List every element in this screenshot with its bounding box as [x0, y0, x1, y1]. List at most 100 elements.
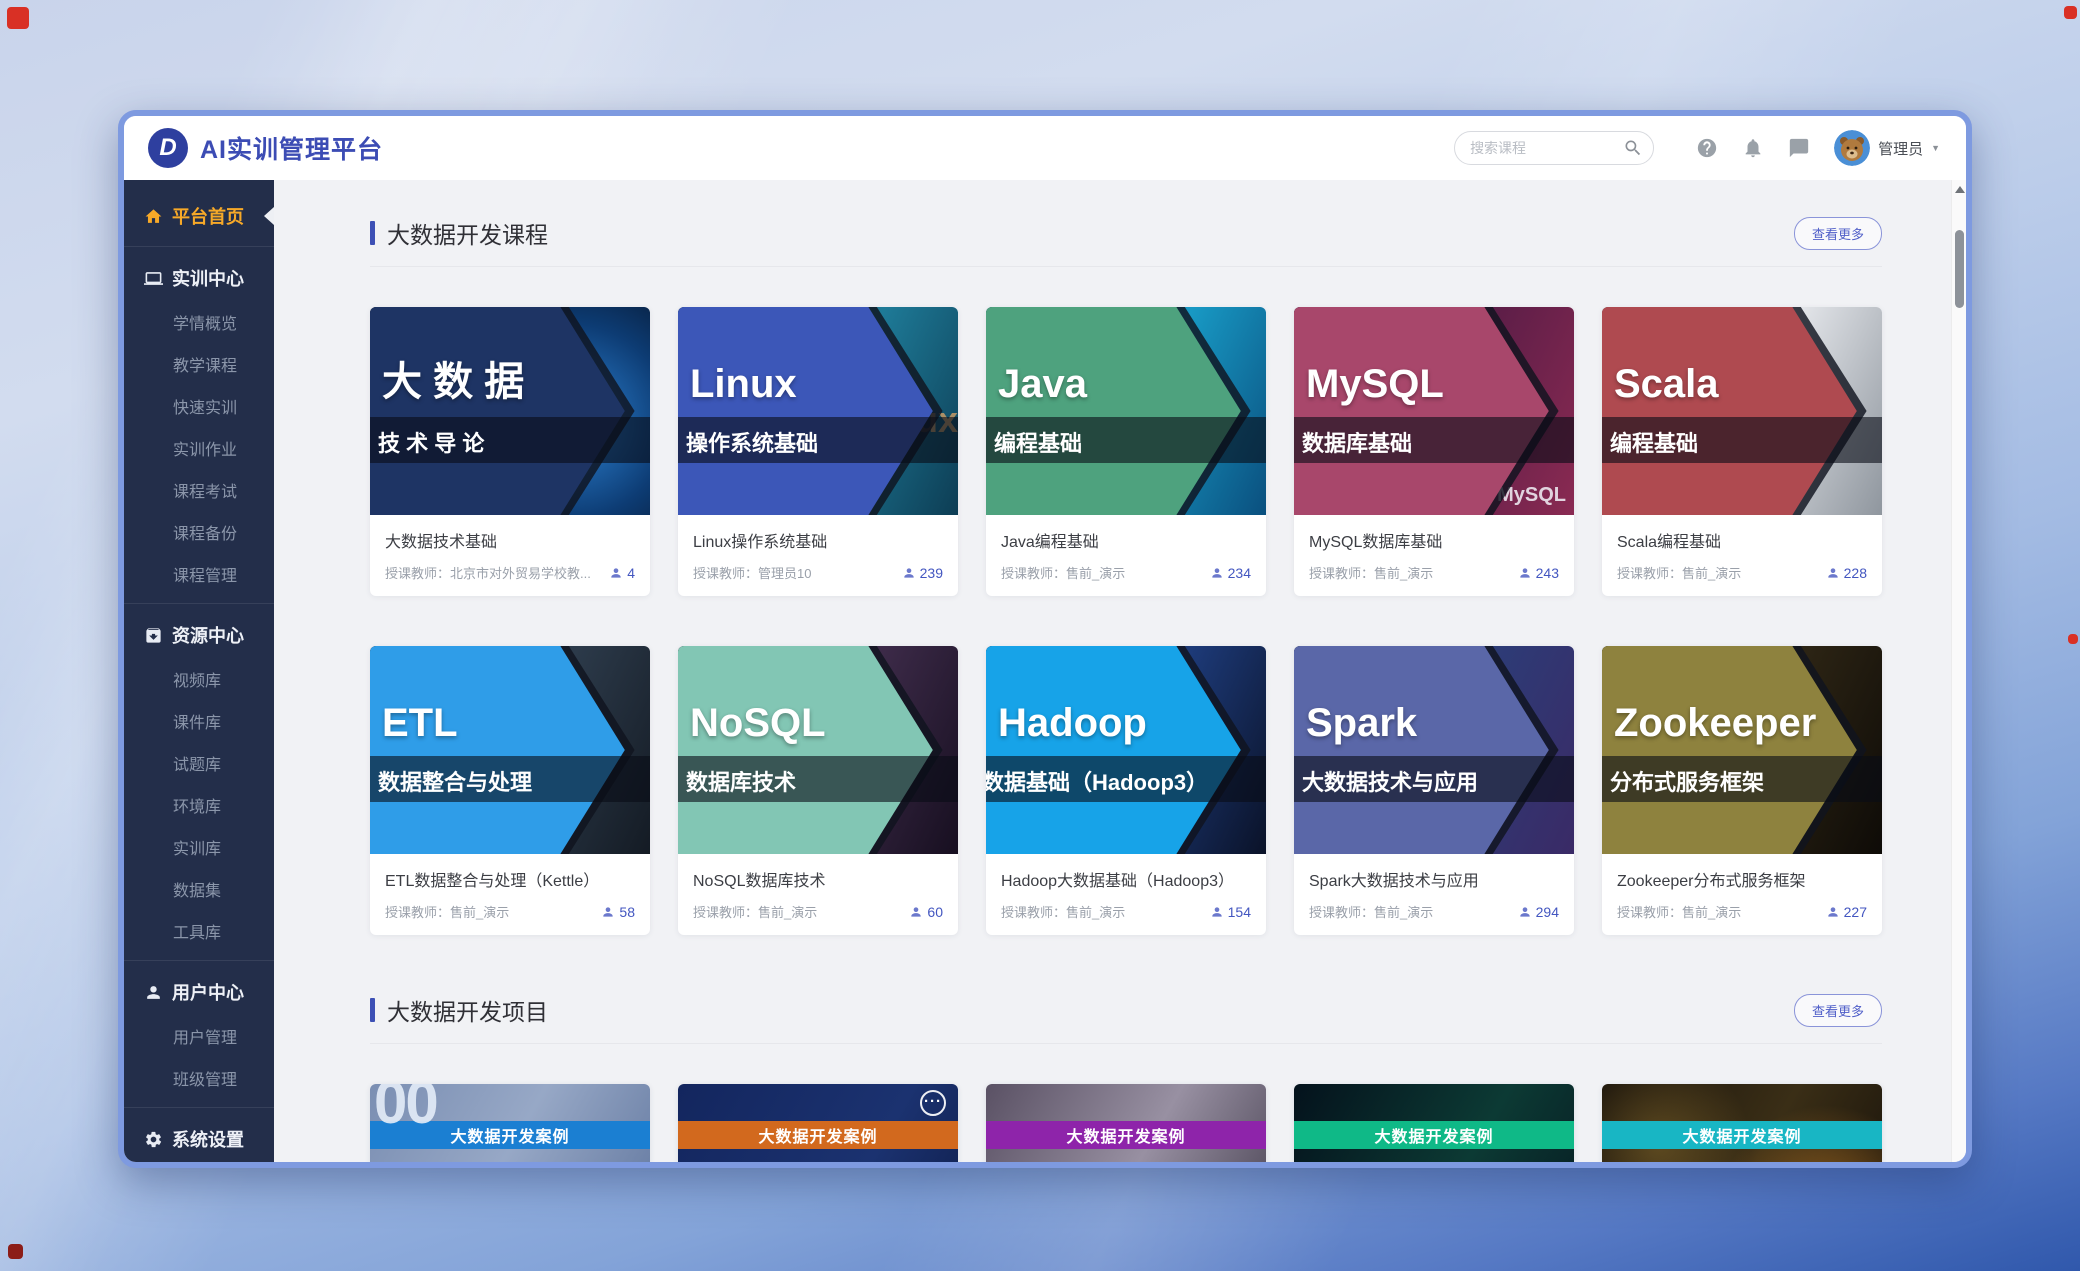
course-card[interactable]: ETL 数据整合与处理 ETL数据整合与处理（Kettle） 授课教师：售前_演…	[370, 646, 650, 935]
section-accent-bar	[370, 221, 375, 245]
course-card[interactable]: Zookeeper 分布式服务框架 Zookeeper分布式服务框架 授课教师：…	[1602, 646, 1882, 935]
course-thumb-big-title: ETL	[382, 701, 458, 746]
section-divider	[370, 1043, 1882, 1044]
sidebar-item[interactable]: 教学课程	[124, 343, 274, 385]
course-info: NoSQL数据库技术 授课教师：售前_演示 60	[678, 854, 958, 935]
sidebar-item[interactable]: 课程管理	[124, 553, 274, 595]
course-card[interactable]: NoSQL 数据库技术 NoSQL数据库技术 授课教师：售前_演示 60	[678, 646, 958, 935]
messages-icon[interactable]	[1788, 137, 1810, 159]
help-icon[interactable]	[1696, 137, 1718, 159]
scrollbar-up-arrow-icon[interactable]	[1955, 186, 1965, 193]
course-title: Spark大数据技术与应用	[1309, 867, 1559, 891]
sidebar-item[interactable]: 环境库	[124, 784, 274, 826]
notifications-bell-icon[interactable]	[1742, 137, 1764, 159]
sidebar-section-label: 资源中心	[172, 622, 244, 648]
course-teacher: 授课教师：售前_演示	[1309, 563, 1518, 582]
course-info: Zookeeper分布式服务框架 授课教师：售前_演示 227	[1602, 854, 1882, 935]
sidebar-item[interactable]: 快速实训	[124, 385, 274, 427]
student-count: 239	[920, 565, 943, 581]
course-thumb-subtitle: 编程基础	[994, 426, 1082, 458]
project-banner: 大数据开发案例	[1294, 1121, 1574, 1149]
course-card[interactable]: Java 编程基础 Java编程基础 授课教师：售前_演示 234	[986, 307, 1266, 596]
course-info: 大数据技术基础 授课教师：北京市对外贸易学校教... 4	[370, 515, 650, 596]
sidebar-item[interactable]: 视频库	[124, 658, 274, 700]
project-card[interactable]: 大数据开发案例 ···	[678, 1084, 958, 1162]
course-thumb-subtitle: 技 术 导 论	[378, 426, 484, 458]
sidebar-item[interactable]: 数据集	[124, 868, 274, 910]
course-teacher: 授课教师：售前_演示	[1001, 902, 1210, 921]
scrollbar[interactable]	[1951, 180, 1966, 1162]
student-count: 58	[619, 904, 635, 920]
course-thumb-subtitle: 分布式服务框架	[1610, 765, 1764, 797]
student-count-icon	[909, 905, 923, 919]
student-count-icon	[1210, 566, 1224, 580]
archive-icon	[144, 626, 163, 645]
sidebar-divider	[124, 1107, 274, 1108]
project-banner: 大数据开发案例	[986, 1121, 1266, 1149]
user-menu[interactable]: 管理员 ▼	[1834, 130, 1940, 166]
corner-marker-bottom-left	[8, 1244, 23, 1259]
projects-grid: 大数据开发案例 00 大数据开发案例 ··· 大数据开发案例 大数据开发案例 大…	[370, 1084, 1882, 1162]
avatar[interactable]	[1834, 130, 1870, 166]
student-count: 234	[1228, 565, 1251, 581]
section-header: 大数据开发项目 查看更多	[370, 993, 1882, 1027]
desktop-background: D AI实训管理平台	[0, 0, 2080, 1271]
course-footer: 授课教师：售前_演示 294	[1309, 902, 1559, 921]
course-card[interactable]: MySQL MySQL 数据库基础 MySQL数据库基础 授课教师：售前_演示 …	[1294, 307, 1574, 596]
course-card[interactable]: Spark 大数据技术与应用 Spark大数据技术与应用 授课教师：售前_演示 …	[1294, 646, 1574, 935]
sidebar-item[interactable]: 试题库	[124, 742, 274, 784]
project-card[interactable]: 大数据开发案例 00	[370, 1084, 650, 1162]
course-thumb-big-title: Scala	[1614, 362, 1719, 407]
sidebar-section-0[interactable]: 实训中心	[124, 255, 274, 301]
sidebar-item[interactable]: 班级管理	[124, 1057, 274, 1099]
avatar-bear-icon	[1834, 130, 1870, 166]
sidebar-item[interactable]: 用户管理	[124, 1015, 274, 1057]
section-courses: 大数据开发课程 查看更多 大 数 据 技 术 导 论 大数据技术基础 授课教师：…	[370, 216, 1882, 935]
top-bar: D AI实训管理平台	[124, 116, 1966, 180]
sidebar-item[interactable]: 实训库	[124, 826, 274, 868]
course-title: Java编程基础	[1001, 528, 1251, 552]
sidebar-item[interactable]: 学情概览	[124, 301, 274, 343]
course-card[interactable]: Linux Linux 操作系统基础 Linux操作系统基础 授课教师：管理员1…	[678, 307, 958, 596]
student-count-icon	[1518, 566, 1532, 580]
course-card[interactable]: 大 数 据 技 术 导 论 大数据技术基础 授课教师：北京市对外贸易学校教...…	[370, 307, 650, 596]
project-card[interactable]: 大数据开发案例	[1602, 1084, 1882, 1162]
course-thumb-big-title: Linux	[690, 362, 797, 407]
gear-icon	[144, 1130, 163, 1149]
sidebar-section-2[interactable]: 用户中心	[124, 969, 274, 1015]
view-more-button[interactable]: 查看更多	[1794, 217, 1882, 250]
project-card[interactable]: 大数据开发案例	[986, 1084, 1266, 1162]
course-info: Linux操作系统基础 授课教师：管理员10 239	[678, 515, 958, 596]
course-footer: 授课教师：售前_演示 227	[1617, 902, 1867, 921]
view-more-button[interactable]: 查看更多	[1794, 994, 1882, 1027]
user-icon	[144, 983, 163, 1002]
course-title: Scala编程基础	[1617, 528, 1867, 552]
app-logo-icon: D	[148, 128, 188, 168]
corner-marker-top-left	[7, 7, 29, 29]
course-footer: 授课教师：售前_演示 154	[1001, 902, 1251, 921]
sidebar-item-home[interactable]: 平台首页	[124, 194, 274, 238]
course-card[interactable]: Hadoop 大数据基础（Hadoop3） Hadoop大数据基础（Hadoop…	[986, 646, 1266, 935]
course-thumb-subtitle: 操作系统基础	[686, 426, 818, 458]
course-footer: 授课教师：售前_演示 228	[1617, 563, 1867, 582]
sidebar-section-1[interactable]: 资源中心	[124, 612, 274, 658]
course-teacher: 授课教师：售前_演示	[1617, 563, 1826, 582]
course-card[interactable]: Scala 编程基础 Scala编程基础 授课教师：售前_演示 228	[1602, 307, 1882, 596]
sidebar-item[interactable]: 实训作业	[124, 427, 274, 469]
student-count: 4	[627, 565, 635, 581]
course-title: 大数据技术基础	[385, 528, 635, 552]
sidebar-item[interactable]: 课程备份	[124, 511, 274, 553]
sidebar-item[interactable]: 课程考试	[124, 469, 274, 511]
course-thumbnail: 大 数 据 技 术 导 论	[370, 307, 650, 515]
sidebar-item[interactable]: 课件库	[124, 700, 274, 742]
course-thumbnail: Scala 编程基础	[1602, 307, 1882, 515]
student-count-icon	[601, 905, 615, 919]
search-icon[interactable]	[1623, 138, 1643, 158]
edge-marker-right	[2068, 634, 2078, 644]
course-thumb-big-title: Spark	[1306, 701, 1417, 746]
app-title: AI实训管理平台	[200, 130, 383, 166]
project-card[interactable]: 大数据开发案例	[1294, 1084, 1574, 1162]
sidebar-section-3[interactable]: 系统设置	[124, 1116, 274, 1162]
scrollbar-thumb[interactable]	[1955, 230, 1964, 308]
sidebar-item[interactable]: 工具库	[124, 910, 274, 952]
